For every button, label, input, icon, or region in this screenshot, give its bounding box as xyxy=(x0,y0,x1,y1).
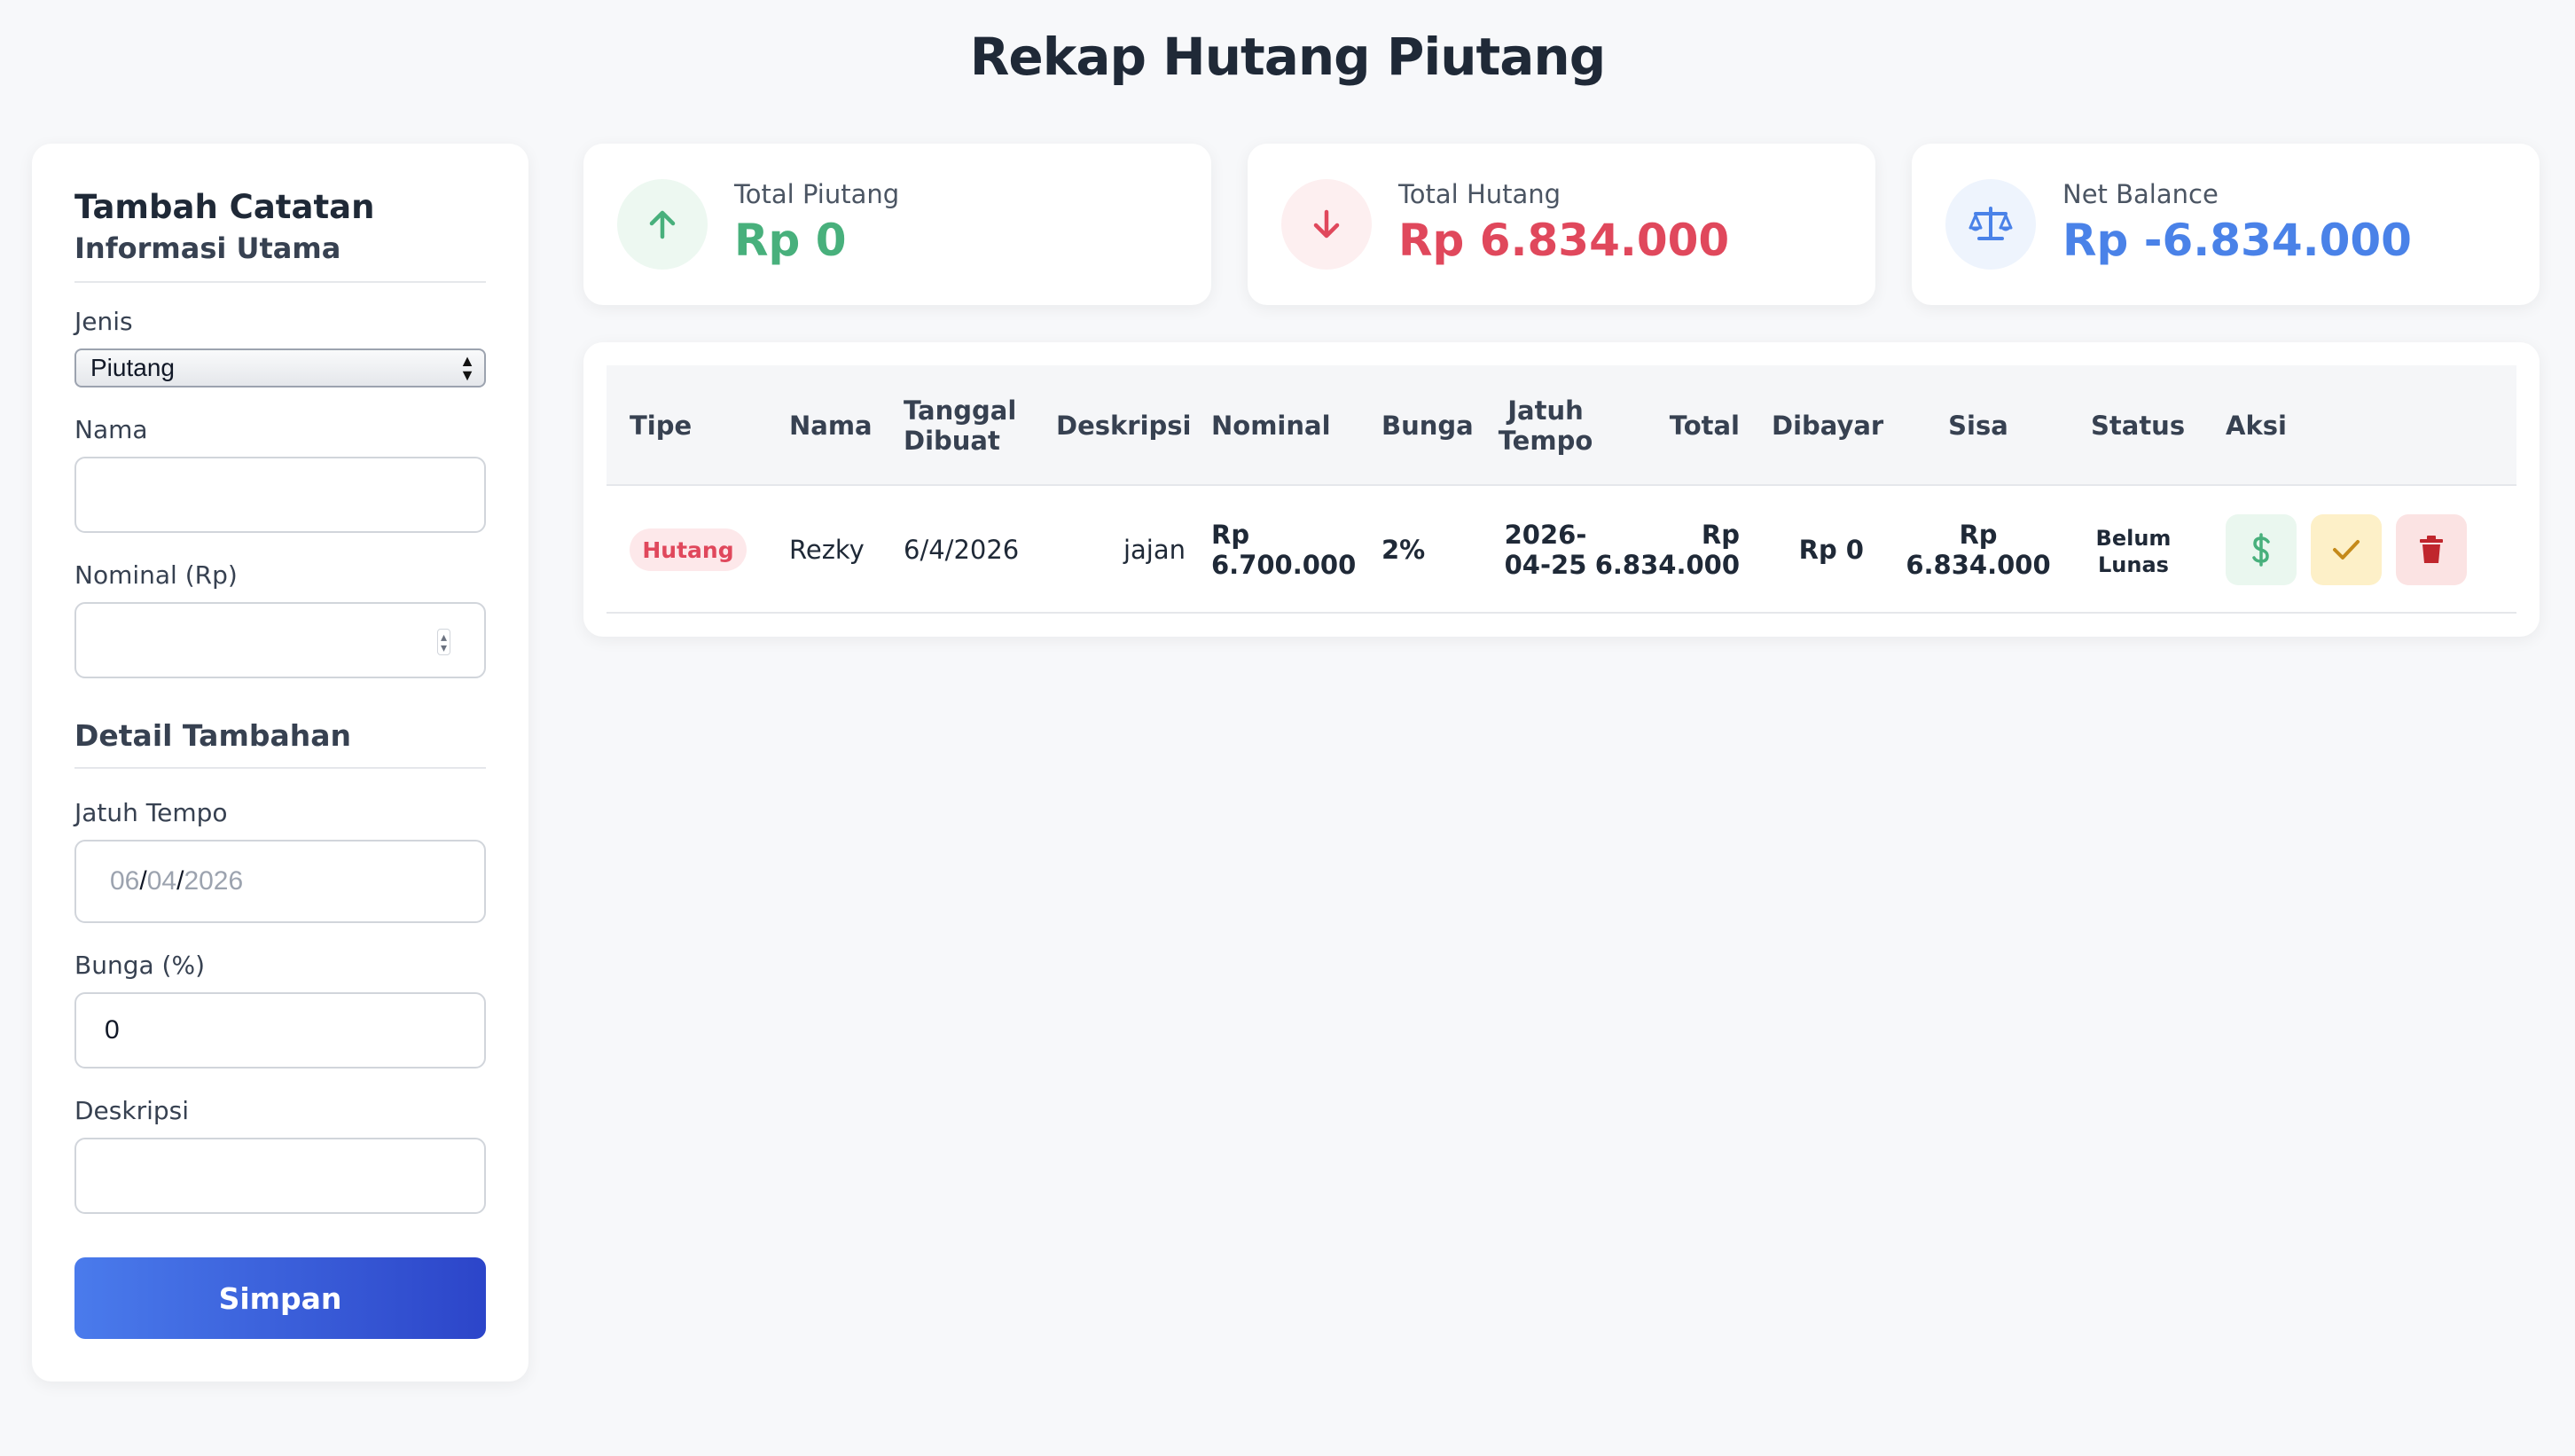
save-button[interactable]: Simpan xyxy=(74,1257,486,1339)
type-badge: Hutang xyxy=(630,528,747,571)
bunga-input[interactable]: 0 xyxy=(74,992,486,1069)
form-divider xyxy=(74,281,486,283)
cell-nominal: Rp 6.700.000 xyxy=(1211,520,1356,580)
net-value: Rp -6.834.000 xyxy=(2062,215,2412,266)
form-title: Tambah Catatan xyxy=(74,188,375,226)
summary-card-piutang: Total Piutang Rp 0 xyxy=(583,144,1211,305)
date-separator: / xyxy=(176,866,184,896)
cell-sisa-line1: Rp xyxy=(1959,520,1998,550)
nominal-input[interactable]: ▴ ▾ xyxy=(74,602,486,678)
nama-label: Nama xyxy=(74,415,148,444)
header-total: Total xyxy=(1669,411,1740,441)
jenis-label: Jenis xyxy=(74,307,133,336)
jenis-select[interactable]: Piutang ▲ ▼ xyxy=(74,348,486,387)
jatuh-tempo-input[interactable]: 06/04/2026 xyxy=(74,840,486,923)
cell-nominal-line1: Rp xyxy=(1211,520,1250,550)
piutang-value: Rp 0 xyxy=(734,215,847,266)
trash-icon xyxy=(2420,536,2443,563)
detail-divider xyxy=(74,767,486,769)
arrow-up-icon xyxy=(617,179,708,270)
cell-dibayar: Rp 0 xyxy=(1798,535,1864,565)
jenis-field: Jenis Piutang ▲ ▼ xyxy=(74,307,486,387)
number-spinner-icon[interactable]: ▴ ▾ xyxy=(436,629,450,655)
date-separator: / xyxy=(139,866,147,896)
select-arrows-icon: ▲ ▼ xyxy=(459,352,475,384)
cell-sisa-line2: 6.834.000 xyxy=(1906,550,2051,580)
header-sisa: Sisa xyxy=(1948,411,2008,441)
jenis-select-value: Piutang xyxy=(90,354,175,381)
date-day: 06 xyxy=(110,866,140,896)
cell-nominal-line2: 6.700.000 xyxy=(1211,550,1357,580)
header-jatuh-tempo: Jatuh Tempo xyxy=(1497,395,1594,456)
cell-total-line1: Rp xyxy=(1701,520,1740,550)
jatuh-tempo-label: Jatuh Tempo xyxy=(74,798,228,827)
add-record-form: Tambah Catatan Informasi Utama Jenis Piu… xyxy=(32,144,528,1382)
header-tanggal: Tanggal Dibuat xyxy=(904,395,1016,456)
cell-nama: Rezky xyxy=(789,535,865,565)
date-month: 04 xyxy=(146,866,177,896)
bunga-field: Bunga (%) 0 xyxy=(74,951,486,1069)
form-subtitle: Informasi Utama xyxy=(74,231,341,265)
header-jatuh-line2: Tempo xyxy=(1498,426,1593,456)
detail-title: Detail Tambahan xyxy=(74,718,351,753)
bunga-label: Bunga (%) xyxy=(74,951,205,980)
mark-paid-button[interactable] xyxy=(2311,514,2382,585)
cell-tanggal: 6/4/2026 xyxy=(904,535,1020,565)
page-title: Rekap Hutang Piutang xyxy=(969,27,1606,87)
header-nama: Nama xyxy=(789,411,873,441)
cell-total: Rp 6.834.000 xyxy=(1589,520,1740,580)
cell-bunga: 2% xyxy=(1381,535,1426,565)
header-bunga: Bunga xyxy=(1381,411,1474,441)
hutang-value: Rp 6.834.000 xyxy=(1398,215,1730,266)
cell-jatuh-line2: 04-25 xyxy=(1504,550,1587,580)
deskripsi-field: Deskripsi xyxy=(74,1096,486,1214)
dollar-icon xyxy=(2252,533,2270,567)
status-line2: Lunas xyxy=(2098,552,2169,577)
net-label: Net Balance xyxy=(2062,179,2219,209)
table-header: Tipe Nama Tanggal Dibuat Deskripsi Nomin… xyxy=(607,365,2516,486)
cell-jatuh-line1: 2026- xyxy=(1504,520,1587,550)
header-jatuh-line1: Jatuh xyxy=(1507,395,1584,426)
pay-button[interactable] xyxy=(2226,514,2297,585)
hutang-label: Total Hutang xyxy=(1398,179,1561,209)
table-row: Hutang Rezky 6/4/2026 jajan Rp 6.700.000… xyxy=(607,486,2516,614)
header-aksi: Aksi xyxy=(2226,411,2287,441)
header-tanggal-line1: Tanggal xyxy=(904,395,1017,426)
header-nominal: Nominal xyxy=(1211,411,1331,441)
header-tipe: Tipe xyxy=(630,411,693,441)
summary-card-hutang: Total Hutang Rp 6.834.000 xyxy=(1248,144,1875,305)
delete-button[interactable] xyxy=(2396,514,2467,585)
status-line1: Belum xyxy=(2095,526,2172,551)
header-dibayar: Dibayar xyxy=(1772,411,1884,441)
deskripsi-input[interactable] xyxy=(74,1138,486,1214)
nama-field: Nama xyxy=(74,415,486,533)
piutang-label: Total Piutang xyxy=(734,179,900,209)
cell-total-line2: 6.834.000 xyxy=(1594,550,1740,580)
nominal-label: Nominal (Rp) xyxy=(74,560,238,590)
detail-section: Detail Tambahan xyxy=(74,718,486,769)
status-badge: Belum Lunas xyxy=(2080,525,2187,578)
records-table: Tipe Nama Tanggal Dibuat Deskripsi Nomin… xyxy=(583,342,2540,637)
cell-sisa: Rp 6.834.000 xyxy=(1903,520,2054,580)
nominal-field: Nominal (Rp) ▴ ▾ xyxy=(74,560,486,678)
cell-deskripsi: jajan xyxy=(1123,535,1186,565)
summary-card-net: Net Balance Rp -6.834.000 xyxy=(1912,144,2540,305)
scale-icon xyxy=(1945,179,2036,270)
header-tanggal-line2: Dibuat xyxy=(904,426,1000,456)
arrow-down-icon xyxy=(1281,179,1372,270)
header-status: Status xyxy=(2091,411,2186,441)
nama-input[interactable] xyxy=(74,457,486,533)
cell-jatuh-tempo: 2026- 04-25 xyxy=(1497,520,1594,580)
deskripsi-label: Deskripsi xyxy=(74,1096,190,1125)
check-icon xyxy=(2333,540,2360,560)
jatuh-tempo-field: Jatuh Tempo 06/04/2026 xyxy=(74,798,486,923)
header-deskripsi: Deskripsi xyxy=(1056,411,1192,441)
date-year: 2026 xyxy=(184,866,244,896)
